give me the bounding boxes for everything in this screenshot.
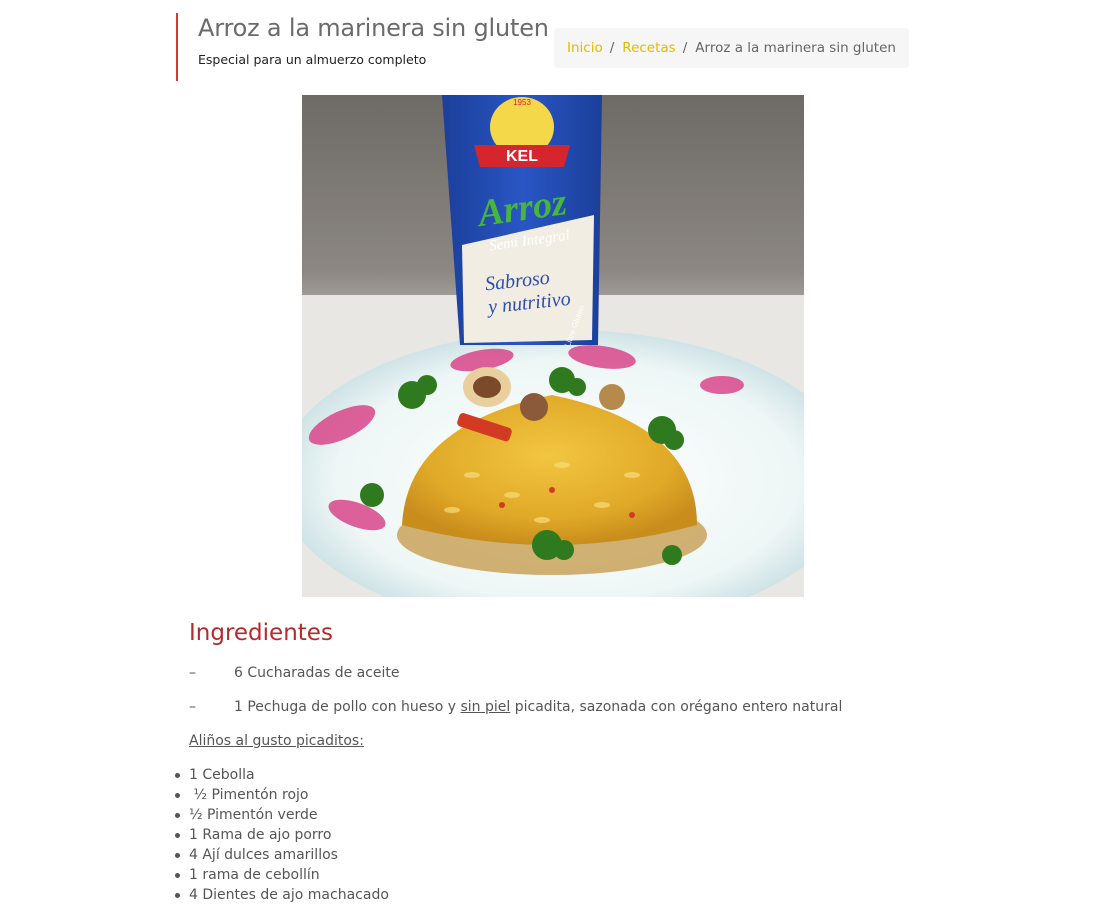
ingredient-underlined-text: sin piel [460,699,511,715]
title-block: Arroz a la marinera sin gluten Especial … [176,13,558,81]
list-item: 1 Rama de ajo porro [175,825,389,845]
ingredient-dash: – [189,699,196,715]
recipe-photo: KEL 1953 Arroz Semi Integral Sabroso y n… [302,95,804,597]
breadcrumb: Inicio / Recetas / Arroz a la marinera s… [554,28,909,68]
ingredients-heading: Ingredientes [189,620,333,646]
breadcrumb-home-link[interactable]: Inicio [567,40,603,56]
ingredient-text: 1 Pechuga de pollo con hueso y [234,699,461,715]
page-title: Arroz a la marinera sin gluten [198,14,549,42]
ingredient-dash: – [189,665,196,681]
ingredient-text: 6 Cucharadas de aceite [234,665,400,681]
list-item: ½ Pimentón verde [175,805,389,825]
breadcrumb-separator: / [682,40,688,56]
package-year: 1953 [513,98,531,107]
breadcrumb-current: Arroz a la marinera sin gluten [695,40,896,56]
list-item: ½ Pimentón rojo [175,785,389,805]
ingredients-section: Ingredientes – 6 Cucharadas de aceite – 1 … [175,620,949,903]
page-subtitle: Especial para un almuerzo completo [198,52,427,67]
package-brand: KEL [506,148,538,165]
list-item: 4 Ají dulces amarillos [175,845,389,865]
seasonings-label: Aliños al gusto picaditos: [189,733,364,749]
ingredient-line: – 6 Cucharadas de aceite [189,665,400,681]
list-item: 4 Dientes de ajo machacado [175,885,389,905]
list-item: 1 rama de cebollín [175,865,389,885]
list-item: 1 Cebolla [175,765,389,785]
ingredient-line: – 1 Pechuga de pollo con hueso y sin piel… [189,699,842,715]
seasonings-list: 1 Cebolla ½ Pimentón rojo ½ Pimentón ver… [175,765,389,905]
ingredient-text-continued: picadita, sazonada con orégano entero na… [510,699,843,715]
breadcrumb-recipes-link[interactable]: Recetas [622,40,675,56]
recipe-page: Arroz a la marinera sin gluten Especial … [0,0,1106,913]
breadcrumb-separator: / [609,40,615,56]
